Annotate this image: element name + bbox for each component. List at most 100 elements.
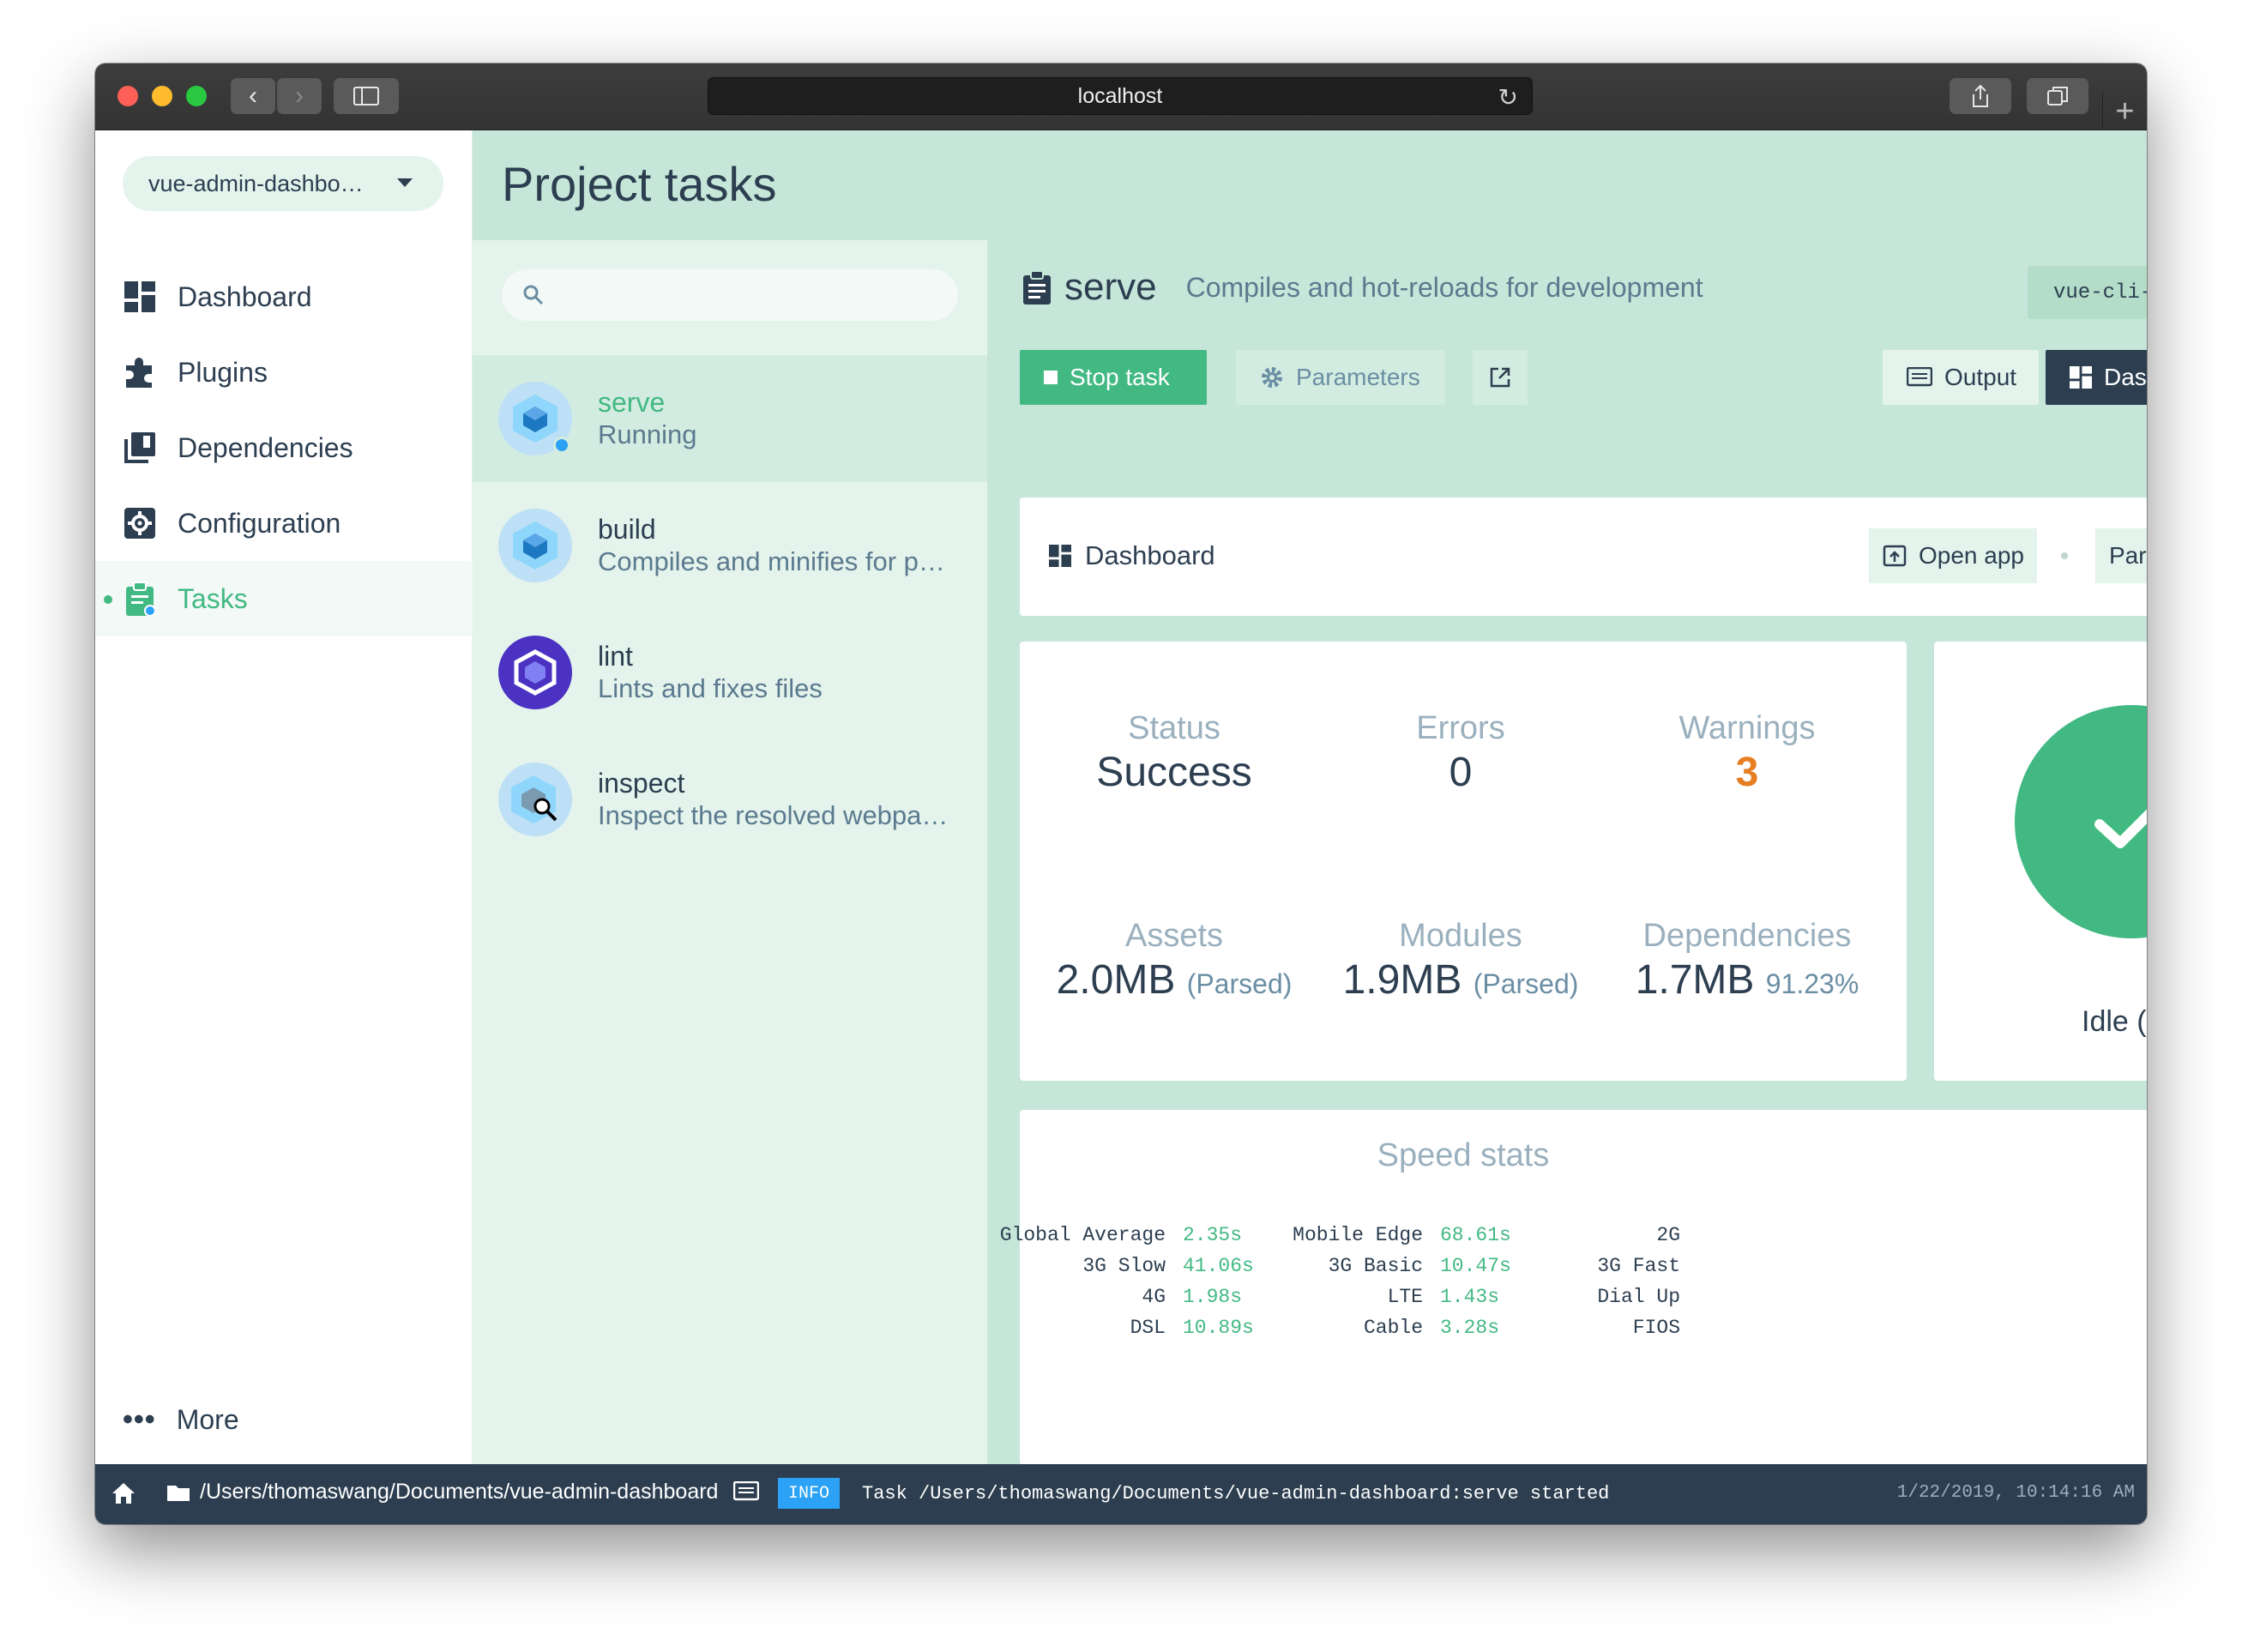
page-title: Project tasks xyxy=(502,157,777,211)
reload-icon[interactable]: ↻ xyxy=(1498,83,1518,112)
speed-stat-row: FIOS xyxy=(1020,1317,1907,1342)
task-item-lint[interactable]: lint Lints and fixes files xyxy=(473,609,987,736)
sidebar-item-dashboard[interactable]: Dashboard xyxy=(95,259,473,335)
task-title: serve xyxy=(1064,266,1157,308)
task-item-serve[interactable]: serve Running xyxy=(473,355,987,482)
console-icon[interactable] xyxy=(732,1480,760,1506)
tabs-overview-button[interactable] xyxy=(2027,78,2088,114)
share-button[interactable] xyxy=(1950,78,2011,114)
sidebar-toggle-button[interactable] xyxy=(334,78,399,114)
open-in-app-icon xyxy=(1883,545,1907,567)
terminal-icon xyxy=(1907,367,1932,388)
folder-icon xyxy=(167,1485,190,1501)
dashboard-heading-text: Dashboard xyxy=(1085,540,1215,570)
parameters-label: Parameters xyxy=(1296,364,1420,390)
active-indicator xyxy=(104,595,112,604)
clipboard-icon xyxy=(123,582,157,616)
project-path[interactable]: /Users/thomaswang/Documents/vue-admin-da… xyxy=(166,1480,718,1504)
address-bar[interactable]: localhost ↻ xyxy=(708,77,1533,115)
gear-icon xyxy=(1260,365,1284,389)
search-icon xyxy=(523,285,544,305)
dashboard-icon xyxy=(123,280,157,314)
parse-label: Pars xyxy=(2109,542,2147,569)
sidebar: vue-admin-dashbo… Dashboard Plugins Depe… xyxy=(95,130,473,1464)
chevron-left-icon: ‹ xyxy=(249,81,257,110)
webpack-inspect-icon xyxy=(498,763,572,836)
stat-value: 0 xyxy=(1449,750,1473,795)
stat-note: 91.23% xyxy=(1765,968,1859,999)
open-app-button[interactable]: Open app xyxy=(1869,528,2037,583)
stat-modules: Modules 1.9MB (Parsed) xyxy=(1306,918,1615,1004)
status-bar: /Users/thomaswang/Documents/vue-admin-da… xyxy=(95,1464,2147,1524)
caret-down-icon xyxy=(397,178,413,187)
stat-value: 2.0MB xyxy=(1056,957,1176,1003)
plus-icon: + xyxy=(2115,93,2135,130)
speed-stat-label: Dial Up xyxy=(1597,1286,1680,1308)
task-detail-panel: serve Compiles and hot-reloads for devel… xyxy=(987,240,2147,1464)
task-description: Compiles and hot-reloads for development xyxy=(1185,271,1703,303)
parameters-button[interactable]: Parameters xyxy=(1236,350,1445,405)
checkmark-icon xyxy=(2094,809,2147,848)
speed-stat-label: 2G xyxy=(1656,1224,1680,1246)
stat-value: 1.9MB xyxy=(1342,957,1462,1003)
stat-label: Warnings xyxy=(1678,710,1816,746)
task-name: build xyxy=(598,514,656,545)
output-label: Output xyxy=(1944,364,2017,390)
sidebar-item-label: Configuration xyxy=(178,507,341,539)
sidebar-item-label: Tasks xyxy=(178,582,248,614)
task-desc: Lints and fixes files xyxy=(598,673,823,703)
stop-icon xyxy=(1044,371,1058,384)
output-tab-button[interactable]: Output xyxy=(1883,350,2039,405)
task-item-build[interactable]: build Compiles and minifies for p… xyxy=(473,482,987,609)
zoom-window-button[interactable] xyxy=(186,86,207,106)
stat-errors: Errors 0 xyxy=(1323,710,1598,796)
stat-warnings: Warnings 3 xyxy=(1610,710,1884,796)
task-header: serve Compiles and hot-reloads for devel… xyxy=(1022,266,1703,309)
task-status-card: Idle (4 xyxy=(1934,642,2147,1081)
sidebar-icon xyxy=(353,87,379,106)
dashboard-toolbar: Dashboard Open app Pars xyxy=(1020,497,2147,616)
open-app-label: Open app xyxy=(1919,542,2024,569)
dashboard-icon xyxy=(2070,366,2092,389)
home-icon[interactable] xyxy=(111,1481,136,1510)
forward-button[interactable]: › xyxy=(277,78,322,114)
project-selector[interactable]: vue-admin-dashbo… xyxy=(123,156,443,211)
stop-task-button[interactable]: Stop task xyxy=(1020,350,1207,405)
sidebar-item-dependencies[interactable]: Dependencies xyxy=(95,410,473,485)
stat-label: Assets xyxy=(1124,918,1224,954)
speed-stat-row: Dial Up xyxy=(1020,1286,1907,1311)
open-external-button[interactable] xyxy=(1473,350,1528,405)
stat-note: (Parsed) xyxy=(1186,968,1293,999)
sidebar-item-tasks[interactable]: Tasks xyxy=(95,561,473,636)
browser-titlebar: ‹ › localhost ↻ + xyxy=(95,63,2147,130)
sidebar-item-plugins[interactable]: Plugins xyxy=(95,335,473,410)
dashboard-label: Dashboard xyxy=(2104,364,2147,390)
new-tab-button[interactable]: + xyxy=(2102,93,2147,130)
dashboard-heading: Dashboard xyxy=(1049,540,1215,571)
project-name: vue-admin-dashbo… xyxy=(148,170,364,196)
speed-stat-row: 3G Fast xyxy=(1020,1255,1907,1281)
task-desc: Inspect the resolved webpa… xyxy=(598,800,949,830)
library-icon xyxy=(123,431,157,465)
clipboard-icon xyxy=(1023,270,1051,304)
log-level-badge: INFO xyxy=(778,1478,841,1509)
stat-label: Status xyxy=(1128,710,1220,746)
log-message[interactable]: Task /Users/thomaswang/Documents/vue-adm… xyxy=(862,1483,1609,1504)
task-item-inspect[interactable]: inspect Inspect the resolved webpa… xyxy=(473,736,987,863)
back-button[interactable]: ‹ xyxy=(231,78,275,114)
sidebar-item-configuration[interactable]: Configuration xyxy=(95,485,473,561)
stat-label: Dependencies xyxy=(1642,918,1852,954)
task-search-input[interactable] xyxy=(502,269,958,321)
stat-note: (Parsed) xyxy=(1473,968,1579,999)
share-icon xyxy=(1973,84,1988,107)
minimize-window-button[interactable] xyxy=(152,86,172,106)
sidebar-item-label: Dependencies xyxy=(178,431,353,463)
stop-task-label: Stop task xyxy=(1070,364,1170,390)
close-window-button[interactable] xyxy=(118,86,138,106)
eslint-icon xyxy=(498,636,572,709)
stat-dependencies: Dependencies 1.7MB 91.23% xyxy=(1593,918,1901,1004)
dashboard-tab-button[interactable]: Dashboard xyxy=(2046,350,2147,405)
task-list-panel: serve Running build Compiles and minifie… xyxy=(473,240,987,1464)
parse-button[interactable]: Pars xyxy=(2095,528,2147,583)
more-button[interactable]: ••• More xyxy=(123,1403,239,1437)
